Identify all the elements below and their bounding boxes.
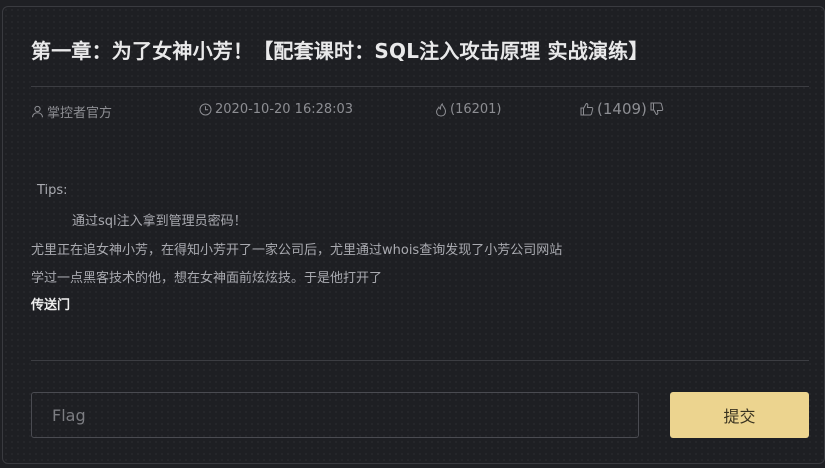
clock-icon [199, 103, 212, 116]
content-divider [31, 360, 809, 361]
likes-meta: (1409) [580, 100, 667, 118]
thumbs-down-icon[interactable] [650, 102, 664, 116]
tip-text: 通过sql注入拿到管理员密码！ [72, 214, 247, 229]
author-name: 掌控者官方 [47, 106, 113, 121]
fire-icon [435, 102, 447, 117]
datetime-meta: 2020-10-20 16:28:03 [199, 102, 353, 117]
user-icon [31, 105, 44, 118]
datetime-text: 2020-10-20 16:28:03 [215, 102, 354, 117]
views-meta: (16201) [435, 102, 502, 117]
submit-button[interactable]: 提交 [670, 392, 809, 438]
story-line-2: 学过一点黑客技术的他，想在女神面前炫炫技。于是他打开了 [31, 271, 383, 286]
story-line-1: 尤里正在追女神小芳，在得知小芳开了一家公司后，尤里通过whois查询发现了小芳公… [31, 243, 563, 258]
likes-count: (1409) [597, 100, 647, 118]
views-count: (16201) [450, 102, 502, 117]
thumbs-up-icon[interactable] [580, 102, 594, 116]
challenge-panel: 第一章：为了女神小芳！【配套课时：SQL注入攻击原理 实战演练】 掌控者官方 2… [2, 6, 825, 464]
tips-label: Tips: [37, 183, 68, 198]
author-meta: 掌控者官方 [31, 102, 112, 121]
flag-input[interactable] [31, 392, 639, 438]
portal-link[interactable]: 传送门 [31, 294, 70, 313]
challenge-title: 第一章：为了女神小芳！【配套课时：SQL注入攻击原理 实战演练】 [31, 39, 649, 63]
title-divider [31, 86, 809, 87]
